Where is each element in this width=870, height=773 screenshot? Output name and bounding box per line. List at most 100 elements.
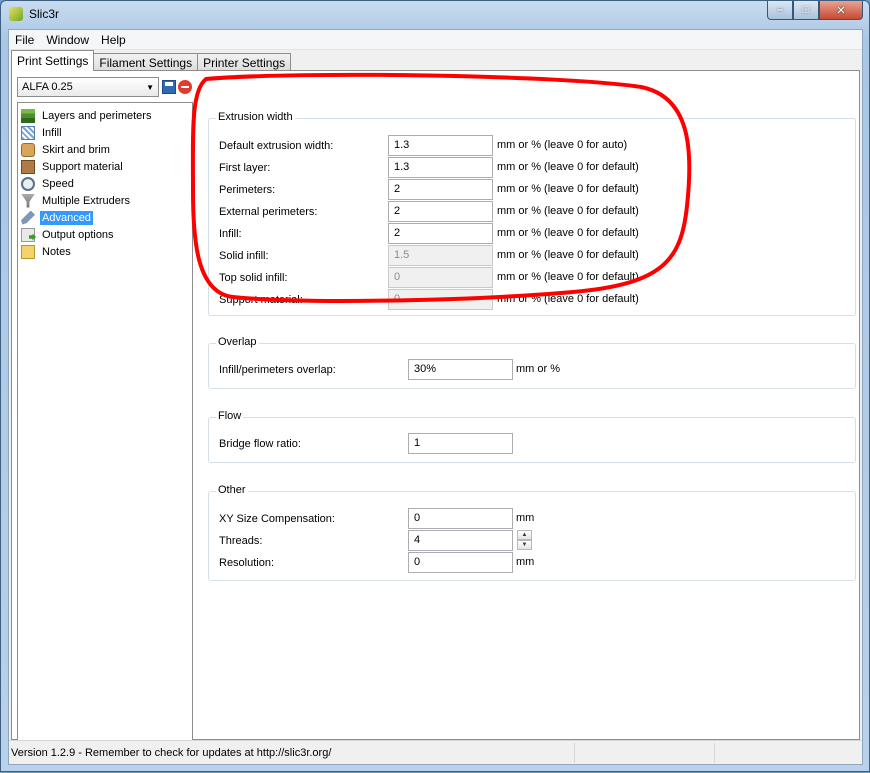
tab-printer-settings[interactable]: Printer Settings [197,53,292,71]
form-row: Resolution: [219,552,274,573]
skirt-icon [21,142,35,157]
group-title: Overlap [216,336,259,348]
form-row: XY Size Compensation: [219,508,335,529]
form-row: Infill: [219,223,242,244]
status-pane [574,742,714,763]
form-row: Perimeters: [219,179,275,200]
field-label: Infill: [219,227,242,240]
resolution-input[interactable]: 0 [408,552,513,573]
form-row: Bridge flow ratio: [219,433,301,454]
status-text: Version 1.2.9 - Remember to check for up… [11,746,332,759]
overlap-group: Overlap Infill/perimeters overlap: 30% m… [208,336,856,389]
infill-perimeters-overlap-input[interactable]: 30% [408,359,513,380]
field-label: Support material: [219,293,303,306]
sidebar-item-label: Output options [42,228,114,241]
support-icon [21,159,35,174]
form-row: Support material: [219,289,303,310]
form-row: Solid infill: [219,245,269,266]
field-unit: mm or % (leave 0 for default) [497,271,639,283]
group-title: Extrusion width [216,111,295,123]
group-title: Flow [216,410,244,422]
top-solid-infill-width-input: 0 [388,267,493,288]
field-label: First layer: [219,161,271,174]
sidebar-item-label: Infill [42,126,62,139]
menu-bar: File Window Help [9,30,862,50]
status-pane [714,742,862,763]
window-controls: – □ ✕ [767,1,863,20]
sidebar-item-output[interactable]: Output options [18,226,192,243]
field-label: Resolution: [219,556,275,569]
sidebar-item-skirt[interactable]: Skirt and brim [18,141,192,158]
minimize-button[interactable]: – [767,1,793,20]
field-unit: mm [516,512,535,524]
external-perimeters-width-input[interactable]: 2 [388,201,493,222]
settings-content: Extrusion width Default extrusion width:… [198,71,858,741]
menu-window[interactable]: Window [40,33,95,47]
solid-infill-width-input: 1.5 [388,245,493,266]
field-label: Default extrusion width: [219,139,334,152]
minimize-icon: – [776,4,784,16]
field-label: External perimeters: [219,205,318,218]
slic3r-logo-icon [9,7,23,21]
xy-size-compensation-input[interactable]: 0 [408,508,513,529]
sidebar-item-speed[interactable]: Speed [18,175,192,192]
delete-preset-icon[interactable] [178,80,192,94]
menu-help[interactable]: Help [95,33,132,47]
field-unit: mm or % (leave 0 for default) [497,227,639,239]
form-row: Infill/perimeters overlap: [219,359,336,380]
sidebar-item-label: Advanced [40,210,93,225]
window-title: Slic3r [29,7,60,21]
save-preset-icon[interactable] [162,80,176,94]
first-layer-width-input[interactable]: 1.3 [388,157,493,178]
tab-print-settings[interactable]: Print Settings [11,50,95,71]
sidebar-item-notes[interactable]: Notes [18,243,192,260]
extrusion-width-group: Extrusion width Default extrusion width:… [208,111,856,316]
maximize-button[interactable]: □ [793,1,819,20]
field-label: Top solid infill: [219,271,288,284]
preset-selected-value: ALFA 0.25 [22,81,73,93]
tab-filament-settings[interactable]: Filament Settings [93,53,199,71]
sidebar-item-label: Layers and perimeters [42,109,152,122]
field-unit: mm or % (leave 0 for default) [497,161,639,173]
settings-tree: Layers and perimeters Infill Skirt and b… [17,102,193,743]
flow-group: Flow Bridge flow ratio: 1 [208,410,856,463]
spin-up-icon[interactable]: ▲ [517,530,532,540]
form-row: Top solid infill: [219,267,287,288]
sidebar-item-infill[interactable]: Infill [18,124,192,141]
support-material-width-input: 0 [388,289,493,310]
title-bar: Slic3r – □ ✕ [1,1,869,29]
close-button[interactable]: ✕ [819,1,863,20]
sidebar-item-label: Multiple Extruders [42,194,131,207]
default-extrusion-width-input[interactable]: 1.3 [388,135,493,156]
chevron-down-icon: ▼ [146,82,154,92]
field-unit: mm or % (leave 0 for auto) [497,139,628,151]
client-area: File Window Help Print Settings Filament… [8,29,863,765]
threads-spinner[interactable]: ▲ ▼ [517,530,532,551]
speed-icon [21,176,35,191]
sidebar-item-label: Skirt and brim [42,143,110,156]
form-row: External perimeters: [219,201,317,222]
form-row: Threads: [219,530,262,551]
field-label: Infill/perimeters overlap: [219,363,336,376]
infill-icon [21,125,35,140]
sidebar-item-support[interactable]: Support material [18,158,192,175]
preset-dropdown[interactable]: ALFA 0.25 ▼ [17,77,159,97]
group-title: Other [216,484,248,496]
infill-width-input[interactable]: 2 [388,223,493,244]
sidebar-item-extruders[interactable]: Multiple Extruders [18,192,192,209]
menu-file[interactable]: File [9,33,40,47]
maximize-icon: □ [802,4,810,16]
bridge-flow-ratio-input[interactable]: 1 [408,433,513,454]
print-settings-page: ALFA 0.25 ▼ Layers and perimeters Infill… [11,70,860,743]
sidebar-item-advanced[interactable]: Advanced [18,209,192,226]
spin-down-icon[interactable]: ▼ [517,540,532,550]
sidebar-item-layers[interactable]: Layers and perimeters [18,107,192,124]
field-unit: mm or % [516,363,560,375]
field-unit: mm or % (leave 0 for default) [497,183,639,195]
extruders-icon [21,193,35,208]
threads-input[interactable]: 4 [408,530,513,551]
settings-tabs: Print Settings Filament Settings Printer… [11,50,292,71]
perimeters-width-input[interactable]: 2 [388,179,493,200]
status-bar: Version 1.2.9 - Remember to check for up… [9,740,862,764]
sidebar-item-label: Notes [42,245,71,258]
